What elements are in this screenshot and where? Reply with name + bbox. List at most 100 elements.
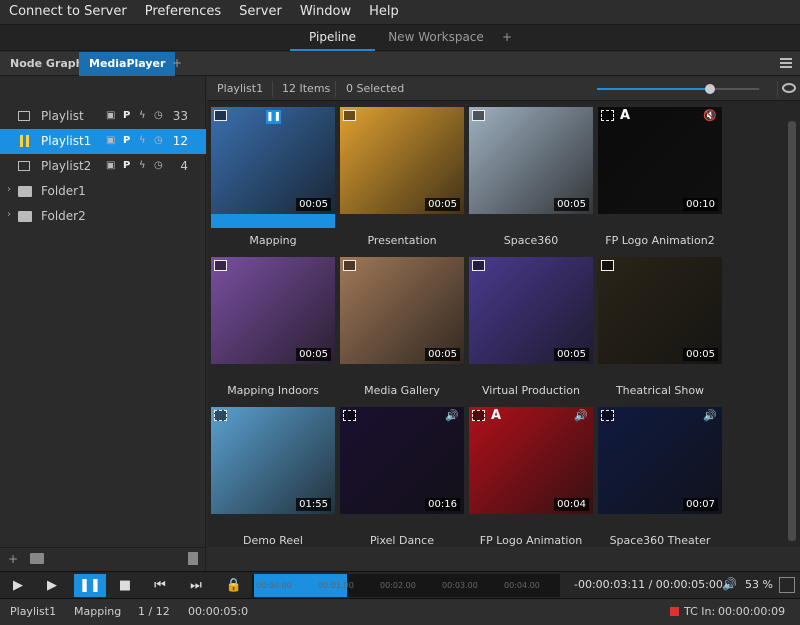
playing-indicator-icon: ❚❚	[266, 110, 282, 124]
sidebar-item-playlist1[interactable]: Playlist1 ▣ Pϟ ◷ 12	[0, 129, 206, 154]
lock-icon[interactable]: 🔒	[220, 574, 248, 597]
persistent-p-icon[interactable]: P	[123, 135, 130, 146]
bolt-icon[interactable]: ϟ	[139, 110, 146, 121]
media-title: Theatrical Show	[615, 384, 705, 397]
stop-icon[interactable]: ■	[111, 574, 139, 597]
sidebar-item-playlist2[interactable]: Playlist2 ▣ Pϟ ◷ 4	[0, 154, 206, 179]
media-card[interactable]: 🔊 00:07 Space360 Theater	[598, 407, 722, 554]
media-thumbnail[interactable]: 🔊 00:07	[598, 407, 722, 514]
clock-icon[interactable]: ◷	[154, 110, 163, 121]
film-icon	[214, 410, 227, 421]
media-card[interactable]: 01:55 Demo Reel	[211, 407, 335, 554]
media-card[interactable]: 00:05 Virtual Production	[469, 257, 593, 404]
speaker-icon[interactable]: 🔊	[703, 409, 717, 422]
media-title: Presentation	[367, 234, 437, 247]
workspace-tab-1[interactable]: Pipeline	[290, 25, 375, 51]
timeline-scrubber[interactable]: 00:00.00 00:01.00 00:02.00 00:03.00 00:04.00	[252, 574, 560, 597]
add-panel-icon[interactable]: +	[172, 56, 182, 70]
bolt-icon[interactable]: ϟ	[139, 135, 146, 146]
clock-icon[interactable]: ◷	[154, 135, 163, 146]
media-card[interactable]: 00:05 Mapping Indoors	[211, 257, 335, 404]
lock-icon[interactable]: ▣	[106, 135, 115, 146]
image-icon	[343, 110, 356, 121]
sidebar-item-folder1[interactable]: › Folder1	[0, 179, 206, 204]
sidebar-item-playlist[interactable]: Playlist ▣ Pϟ ◷ 33	[0, 104, 206, 129]
sidebar-item-label: Playlist2	[41, 159, 92, 173]
workspace-tab-2[interactable]: New Workspace	[380, 25, 492, 51]
film-icon	[601, 410, 614, 421]
media-thumbnail[interactable]: 00:05	[469, 107, 593, 214]
media-card[interactable]: 00:05 Space360	[469, 107, 593, 254]
media-card[interactable]: A 🔊 00:04 FP Logo Animation	[469, 407, 593, 554]
media-card[interactable]: A 🔇 00:10 FP Logo Animation2	[598, 107, 722, 254]
media-duration: 01:55	[296, 498, 331, 511]
lock-icon[interactable]: ▣	[106, 160, 115, 171]
media-title: Mapping Indoors	[227, 384, 319, 397]
muted-speaker-icon[interactable]: 🔇	[703, 109, 717, 122]
speaker-icon[interactable]: 🔊	[445, 409, 459, 422]
menu-item-connect-to-server[interactable]: Connect to Server	[0, 0, 136, 24]
sidebar-item-folder2[interactable]: › Folder2	[0, 204, 206, 229]
media-thumbnail[interactable]: 00:05	[211, 257, 335, 364]
media-thumbnail[interactable]: 01:55	[211, 407, 335, 514]
hamburger-menu-icon[interactable]	[780, 57, 792, 69]
menu-item-window[interactable]: Window	[291, 0, 360, 24]
sidebar-footer: +	[0, 547, 206, 571]
trash-icon[interactable]	[188, 552, 198, 565]
menu-bar: Connect to Server Preferences Server Window…	[0, 0, 800, 24]
menu-item-server[interactable]: Server	[230, 0, 291, 24]
eye-icon[interactable]	[782, 83, 796, 93]
persistent-p-icon[interactable]: P	[123, 160, 130, 171]
volume-level: 53 %	[745, 578, 773, 591]
speaker-icon[interactable]: 🔊	[574, 409, 588, 422]
media-card[interactable]: 00:05 Media Gallery	[340, 257, 464, 404]
media-thumbnail[interactable]: ❚❚ 00:05	[211, 107, 335, 214]
record-icon	[670, 607, 679, 616]
previous-icon[interactable]: ⏮	[146, 574, 174, 597]
status-playlist: Playlist1	[10, 605, 57, 618]
media-thumbnail[interactable]: 00:05	[469, 257, 593, 364]
timeline-tick-label: 00:01.00	[318, 581, 354, 590]
persistent-p-icon[interactable]: P	[123, 110, 130, 121]
timeline-tick-label: 00:00.00	[256, 581, 292, 590]
bolt-icon[interactable]: ϟ	[139, 160, 146, 171]
next-icon[interactable]: ⏭	[182, 574, 210, 597]
panel-tab-mediaplayer[interactable]: MediaPlayer	[79, 52, 176, 76]
clock-icon[interactable]: ◷	[154, 160, 163, 171]
current-playlist-label: Playlist1	[217, 82, 264, 95]
media-thumbnail[interactable]: A 🔇 00:10	[598, 107, 722, 214]
speaker-icon[interactable]: 🔊	[722, 577, 737, 591]
chevron-right-icon[interactable]: ›	[7, 184, 11, 195]
media-title: Media Gallery	[364, 384, 440, 397]
media-card[interactable]: 00:05 Theatrical Show	[598, 257, 722, 404]
pause-icon[interactable]: ❚❚	[74, 574, 106, 597]
media-card[interactable]: 00:05 Presentation	[340, 107, 464, 254]
grid-scrollbar[interactable]	[785, 101, 800, 547]
media-title: FP Logo Animation2	[605, 234, 715, 247]
media-duration: 00:05	[296, 198, 331, 211]
timecode-readout: -00:00:03:11 / 00:00:05:00	[574, 578, 723, 591]
media-card[interactable]: 🔊 00:16 Pixel Dance	[340, 407, 464, 554]
thumbnail-size-slider[interactable]	[597, 84, 759, 94]
play-toggle-icon[interactable]: ▶	[4, 574, 32, 597]
add-icon[interactable]: +	[8, 552, 18, 566]
add-workspace-icon[interactable]: +	[502, 30, 512, 44]
chevron-right-icon[interactable]: ›	[7, 209, 11, 220]
status-media: Mapping	[74, 605, 122, 618]
media-duration: 00:05	[554, 198, 589, 211]
media-card[interactable]: ❚❚ 00:05 Mapping	[211, 107, 335, 254]
media-thumbnail[interactable]: 🔊 00:16	[340, 407, 464, 514]
folder-icon	[18, 186, 32, 197]
play-icon[interactable]: ▶	[38, 574, 66, 597]
lock-icon[interactable]: ▣	[106, 110, 115, 121]
folder-icon[interactable]	[30, 553, 44, 564]
selection-count-label: 0 Selected	[346, 82, 405, 95]
media-thumbnail[interactable]: 00:05	[340, 107, 464, 214]
fullscreen-icon[interactable]	[779, 577, 795, 593]
media-thumbnail[interactable]: 00:05	[340, 257, 464, 364]
menu-item-help[interactable]: Help	[360, 0, 408, 24]
media-thumbnail[interactable]: 00:05	[598, 257, 722, 364]
menu-item-preferences[interactable]: Preferences	[136, 0, 230, 24]
media-thumbnail[interactable]: A 🔊 00:04	[469, 407, 593, 514]
media-title: Space360 Theater	[609, 534, 711, 547]
